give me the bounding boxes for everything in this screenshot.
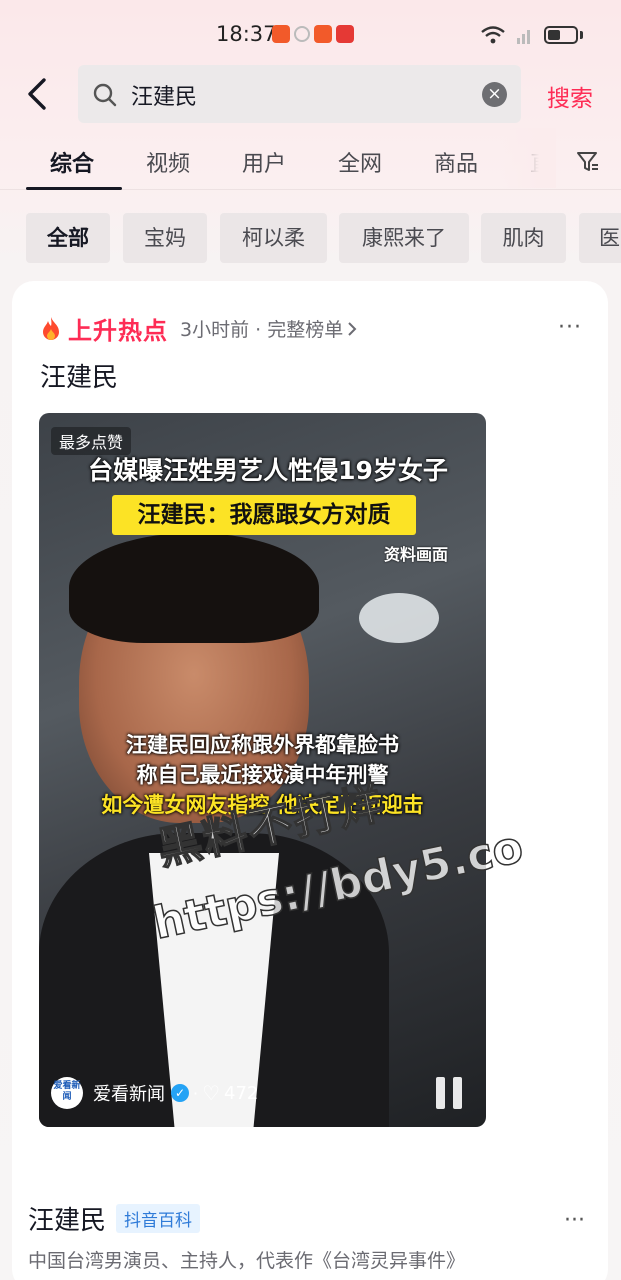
flame-icon (43, 316, 59, 340)
signal-icon (517, 30, 530, 44)
background-light (359, 593, 439, 643)
video-subtitle: 汪建民回应称跟外界都靠脸书 (126, 733, 399, 757)
tab-products[interactable]: 商品 (434, 146, 478, 178)
author-name[interactable]: 爱看新闻 (93, 1080, 165, 1106)
clear-search-button[interactable]: × (482, 82, 507, 107)
chevron-right-icon (348, 321, 357, 336)
tab-users[interactable]: 用户 (242, 146, 286, 178)
chip-item[interactable]: 康熙来了 (339, 213, 469, 263)
video-subtitle: 称自己最近接戏演中年刑警 (136, 763, 389, 787)
app-notification-icon (336, 25, 354, 43)
search-input[interactable]: 汪建民 (131, 79, 197, 111)
video-footer: 爱看新闻 爱看新闻 ✓ · ♡ 472 (51, 1077, 258, 1109)
tab-comprehensive[interactable]: 综合 (50, 146, 94, 178)
status-app-icons (272, 25, 354, 43)
separator-dot: · (193, 1083, 199, 1103)
hot-topic-header: 上升热点 3小时前 · 完整榜单 (40, 311, 357, 346)
author-avatar[interactable]: 爱看新闻 (51, 1077, 83, 1109)
person-hair (69, 533, 319, 643)
chip-item[interactable]: 柯以柔 (220, 213, 327, 263)
card-title[interactable]: 汪建民 (40, 357, 118, 394)
search-submit-button[interactable]: 搜索 (547, 79, 593, 113)
video-player[interactable]: 最多点赞 台媒曝汪姓男艺人性侵19岁女子 汪建民：我愿跟女方对质 资料画面 汪建… (39, 413, 486, 1127)
back-button[interactable] (24, 76, 56, 112)
hot-label: 上升热点 (68, 317, 168, 345)
battery-icon (544, 26, 578, 44)
encyclopedia-title[interactable]: 汪建民 (28, 1200, 106, 1237)
chip-all[interactable]: 全部 (26, 213, 110, 263)
tab-web[interactable]: 全网 (338, 146, 382, 178)
search-box[interactable]: 汪建民 × (78, 65, 521, 123)
encyclopedia-tag: 抖音百科 (116, 1204, 200, 1233)
encyclopedia-description: 中国台湾男演员、主持人，代表作《台湾灵异事件》 (28, 1250, 466, 1272)
hot-meta-link[interactable]: 3小时前 · 完整榜单 (180, 315, 343, 342)
status-right (480, 25, 583, 45)
like-count: 472 (224, 1082, 259, 1104)
status-time: 18:37 (216, 22, 277, 46)
hotspot-icon (294, 26, 310, 42)
tab-fade (500, 128, 556, 188)
heart-icon[interactable]: ♡ (202, 1081, 220, 1105)
search-icon (93, 83, 117, 107)
app-notification-icon (272, 25, 290, 43)
chevron-left-icon (28, 78, 46, 110)
chip-item[interactable]: 医 (579, 213, 621, 263)
active-tab-indicator (26, 187, 122, 190)
app-notification-icon (314, 25, 332, 43)
pause-icon[interactable] (434, 1077, 464, 1109)
verified-icon: ✓ (171, 1084, 189, 1102)
video-source-note: 资料画面 (383, 545, 448, 564)
encyclopedia-more-button[interactable]: ··· (564, 1208, 585, 1233)
video-yellow-caption: 汪建民：我愿跟女方对质 (112, 495, 416, 535)
filter-icon[interactable] (576, 150, 600, 174)
chip-item[interactable]: 肌肉 (481, 213, 566, 263)
status-bar: 18:37 (0, 0, 621, 66)
more-options-button[interactable]: ··· (558, 315, 582, 340)
video-headline: 台媒曝汪姓男艺人性侵19岁女子 (88, 456, 448, 485)
search-tabs: 综合 视频 用户 全网 商品 直 (0, 128, 621, 190)
tab-videos[interactable]: 视频 (146, 146, 190, 178)
chip-item[interactable]: 宝妈 (123, 213, 207, 263)
wifi-icon (481, 26, 505, 44)
